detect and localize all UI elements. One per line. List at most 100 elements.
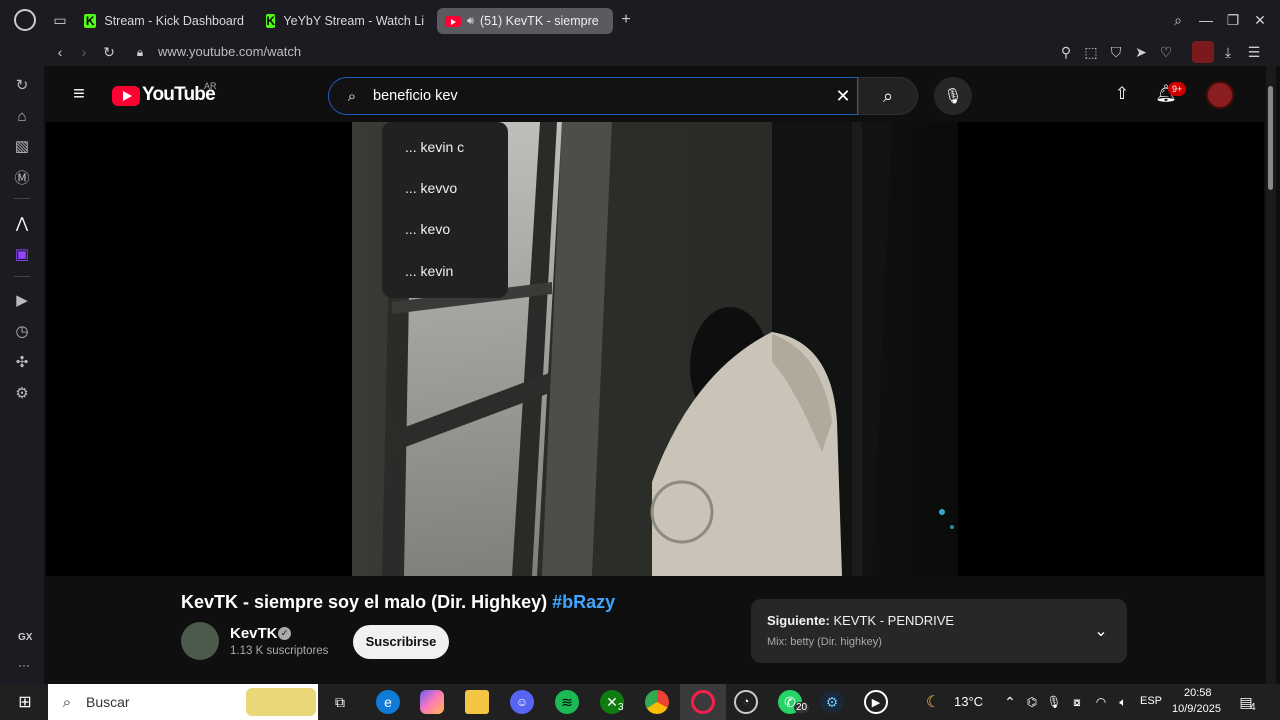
tab-youtube-active[interactable]: 🔊︎ (51) KevTK - siempre — [437, 8, 613, 34]
copilot-icon[interactable] — [420, 690, 444, 714]
gx-corner-icon[interactable]: ⌂ — [13, 107, 31, 125]
chrome-icon[interactable] — [645, 690, 669, 714]
pin-icon[interactable]: ⚲ — [1058, 44, 1074, 60]
opera-gx-logo-icon[interactable] — [14, 9, 36, 31]
keyboard-language[interactable]: ESP — [1140, 695, 1162, 707]
hashtag-link[interactable]: #bRazy — [552, 592, 615, 612]
search-icon: ⌕ — [62, 693, 72, 711]
suggestion-item[interactable]: ... kevin c — [405, 139, 464, 155]
verified-icon: ✓ — [278, 627, 291, 640]
snapshot-icon[interactable]: ⬚ — [1083, 44, 1099, 60]
opera-gx-taskbar-active[interactable] — [680, 684, 726, 720]
clock-icon[interactable]: ◷ — [13, 322, 31, 340]
weather-temp[interactable]: 13°C — [954, 694, 983, 709]
easy-setup-icon[interactable]: ☰ — [1246, 44, 1262, 60]
clock-date[interactable]: 10/9/2025 — [1172, 703, 1221, 715]
search-tabs-icon[interactable]: ⌕ — [1170, 12, 1186, 28]
account-avatar[interactable] — [1206, 81, 1234, 109]
send-icon[interactable]: ➤ — [1133, 44, 1149, 60]
autoplay-next-card[interactable]: Siguiente: KEVTK - PENDRIVE Mix: betty (… — [751, 599, 1127, 663]
reload-icon[interactable]: ↻ — [101, 44, 117, 60]
scrollbar-thumb[interactable] — [1268, 86, 1273, 190]
next-mix-label: Mix: betty (Dir. highkey) — [767, 636, 882, 648]
suggestion-item[interactable]: ... kevo — [405, 221, 450, 237]
kick-sidebar-icon[interactable]: ⋀ — [13, 214, 31, 232]
volume-icon[interactable]: 🔈︎ — [1114, 693, 1132, 711]
tab-label: (51) KevTK - siempre — [479, 14, 599, 28]
upload-icon[interactable]: ⇧ — [1112, 84, 1132, 104]
video-title-text: KevTK - siempre soy el malo (Dir. Highke… — [181, 592, 548, 612]
tray-screen-icon[interactable]: ⧇ — [1068, 693, 1086, 711]
kick-icon: K — [84, 14, 97, 28]
hamburger-menu-icon[interactable]: ≡ — [68, 83, 90, 105]
suggestion-item[interactable]: ... kevvo — [405, 180, 457, 196]
profile-avatar[interactable] — [1192, 41, 1214, 63]
next-video-title: KEVTK - PENDRIVE — [833, 613, 955, 628]
discord-icon[interactable]: ☺ — [510, 690, 534, 714]
screen: ▭ K Stream - Kick Dashboard K YeYbY Stre… — [0, 0, 1280, 720]
page-scrollbar[interactable] — [1266, 66, 1276, 684]
next-label: Siguiente: — [767, 613, 830, 628]
browser-tab-bar: ▭ K Stream - Kick Dashboard K YeYbY Stre… — [0, 0, 1280, 40]
tray-app-icon[interactable]: ⌬ — [1024, 693, 1040, 711]
messenger-icon[interactable]: Ⓜ — [13, 168, 31, 187]
gx-control-icon[interactable]: ▧ — [13, 137, 31, 155]
tab-yeyby-stream[interactable]: K YeYbY Stream - Watch Li — [266, 8, 424, 34]
subscribe-button[interactable]: Suscribirse — [353, 625, 449, 659]
player-icon[interactable]: ▶ — [13, 291, 31, 309]
settings-gear-icon[interactable]: ⚙ — [13, 384, 31, 402]
tab-manager-icon[interactable]: ▭ — [52, 12, 68, 28]
clock-time[interactable]: 20:58 — [1184, 687, 1212, 699]
sidebar-divider — [14, 276, 30, 277]
adblock-icon[interactable]: ⛉ — [1108, 44, 1124, 60]
task-view-icon[interactable]: ⧉ — [330, 693, 350, 711]
extensions-icon[interactable]: ✣ — [13, 353, 31, 371]
microphone-icon: 🎙︎ — [943, 88, 963, 105]
close-window-button[interactable]: ✕ — [1252, 12, 1268, 28]
channel-avatar[interactable] — [181, 622, 219, 660]
search-button[interactable]: ⌕ — [858, 77, 918, 115]
tab-kick-dashboard[interactable]: K Stream - Kick Dashboard — [84, 8, 244, 34]
search-input[interactable]: ⌕ beneficio kev ✕ — [328, 77, 858, 115]
twitch-icon[interactable]: ▣ — [13, 245, 31, 263]
edge-icon[interactable]: e — [376, 690, 400, 714]
tray-mic-icon[interactable]: 🎙︎ — [1046, 693, 1062, 711]
windows-start-icon[interactable]: ⊞ — [16, 693, 34, 711]
search-icon: ⌕ — [347, 87, 357, 105]
xbox-badge: 3 — [618, 702, 624, 713]
chevron-down-icon[interactable]: ⌄ — [1091, 621, 1111, 641]
maximize-button[interactable]: ❐ — [1225, 12, 1241, 28]
channel-name[interactable]: KevTK — [230, 625, 278, 642]
suggestion-item[interactable]: ... kevin — [405, 263, 453, 279]
new-tab-button[interactable]: + — [618, 11, 634, 28]
opera-gx-icon — [691, 690, 715, 714]
back-icon[interactable]: ‹ — [52, 44, 68, 60]
video-title: KevTK - siempre soy el malo (Dir. Highke… — [181, 592, 615, 613]
taskbar-search-box[interactable]: ⌕ Buscar — [48, 684, 318, 720]
search-input-value[interactable]: beneficio kev — [373, 88, 458, 104]
minimize-button[interactable]: — — [1198, 12, 1214, 28]
speaker-icon[interactable]: 🔊︎ — [467, 15, 474, 28]
tray-chevron-up-icon[interactable]: ⌃ — [1002, 693, 1018, 711]
weather-moon-icon[interactable]: ☾ — [922, 692, 944, 712]
download-icon[interactable]: ⤓ — [1220, 44, 1236, 60]
file-explorer-icon[interactable] — [465, 690, 489, 714]
wifi-icon[interactable]: ◠ — [1092, 693, 1110, 711]
taskbar-search-placeholder: Buscar — [86, 694, 130, 710]
heart-icon[interactable]: ♡ — [1158, 44, 1174, 60]
spotify-icon[interactable]: ≋ — [555, 690, 579, 714]
clear-search-icon[interactable]: ✕ — [833, 86, 853, 106]
lock-icon[interactable]: 🔒︎ — [132, 44, 148, 60]
steam-icon[interactable]: ⚙ — [820, 690, 844, 714]
notification-badge: 9+ — [1168, 82, 1187, 96]
youtube-logo-icon[interactable] — [112, 86, 140, 106]
media-player-icon[interactable]: ▶ — [864, 690, 888, 714]
url-text[interactable]: www.youtube.com/watch — [158, 44, 301, 59]
voice-search-button[interactable]: 🎙︎ — [934, 77, 972, 115]
sidebar-more-icon[interactable]: ··· — [18, 658, 30, 672]
whatsapp-badge: 20 — [794, 702, 810, 713]
forward-icon[interactable]: › — [76, 44, 92, 60]
gx-label[interactable]: GX — [18, 632, 32, 643]
history-refresh-icon[interactable]: ↻ — [13, 76, 31, 94]
speedometer-icon[interactable]: ◔ — [734, 690, 758, 714]
